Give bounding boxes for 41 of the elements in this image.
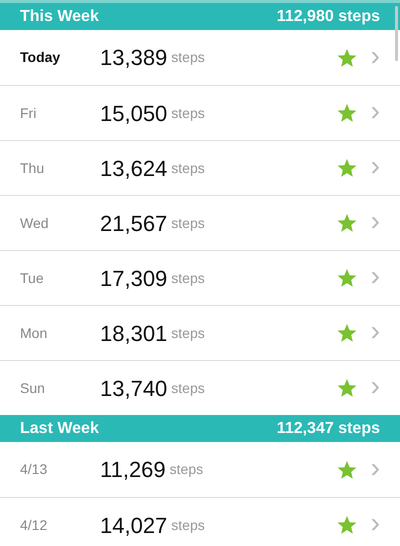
step-count: 18,301 [100, 320, 168, 348]
day-label: Wed [20, 214, 50, 232]
step-count: 21,567 [100, 210, 168, 238]
steps-unit: steps [171, 158, 205, 178]
chevron: › [370, 152, 380, 183]
steps-unit: steps [171, 324, 205, 343]
chevron: › [370, 509, 380, 540]
section-total: 112,980 steps [276, 6, 380, 26]
day-label: Thu [20, 158, 46, 178]
steps-unit: steps [171, 378, 205, 398]
step-count: 13,389 [100, 44, 168, 72]
step-count: 11,269 [100, 456, 166, 484]
chevron: › [370, 207, 380, 238]
section-title: Last Week [20, 418, 99, 438]
day-label: 4/12 [20, 516, 48, 534]
day-label: Mon [20, 324, 48, 342]
steps-unit: steps [171, 104, 205, 123]
day-label: Tue [20, 268, 45, 288]
section-total: 112,347 steps [276, 418, 380, 438]
section-title: This Week [20, 6, 99, 26]
step-count: 17,309 [100, 264, 168, 292]
chevron: › [370, 42, 380, 72]
steps-unit: steps [171, 214, 205, 233]
day-label: Today [20, 48, 62, 67]
step-count: 13,740 [100, 374, 168, 402]
chevron: › [370, 372, 380, 403]
chevron: › [370, 454, 380, 484]
chevron: › [370, 97, 380, 128]
day-label: 4/13 [20, 460, 48, 479]
step-count: 14,027 [100, 512, 168, 540]
step-count: 13,624 [100, 154, 168, 182]
chevron: › [370, 317, 380, 348]
steps-unit: steps [171, 268, 205, 288]
step-count: 15,050 [100, 100, 168, 128]
day-label: Fri [20, 104, 38, 122]
steps-unit: steps [170, 460, 204, 479]
day-label: Sun [20, 378, 46, 398]
chevron: › [370, 262, 380, 293]
steps-unit: steps [171, 516, 205, 535]
scrollbar [395, 6, 398, 61]
steps-unit: steps [171, 48, 205, 67]
